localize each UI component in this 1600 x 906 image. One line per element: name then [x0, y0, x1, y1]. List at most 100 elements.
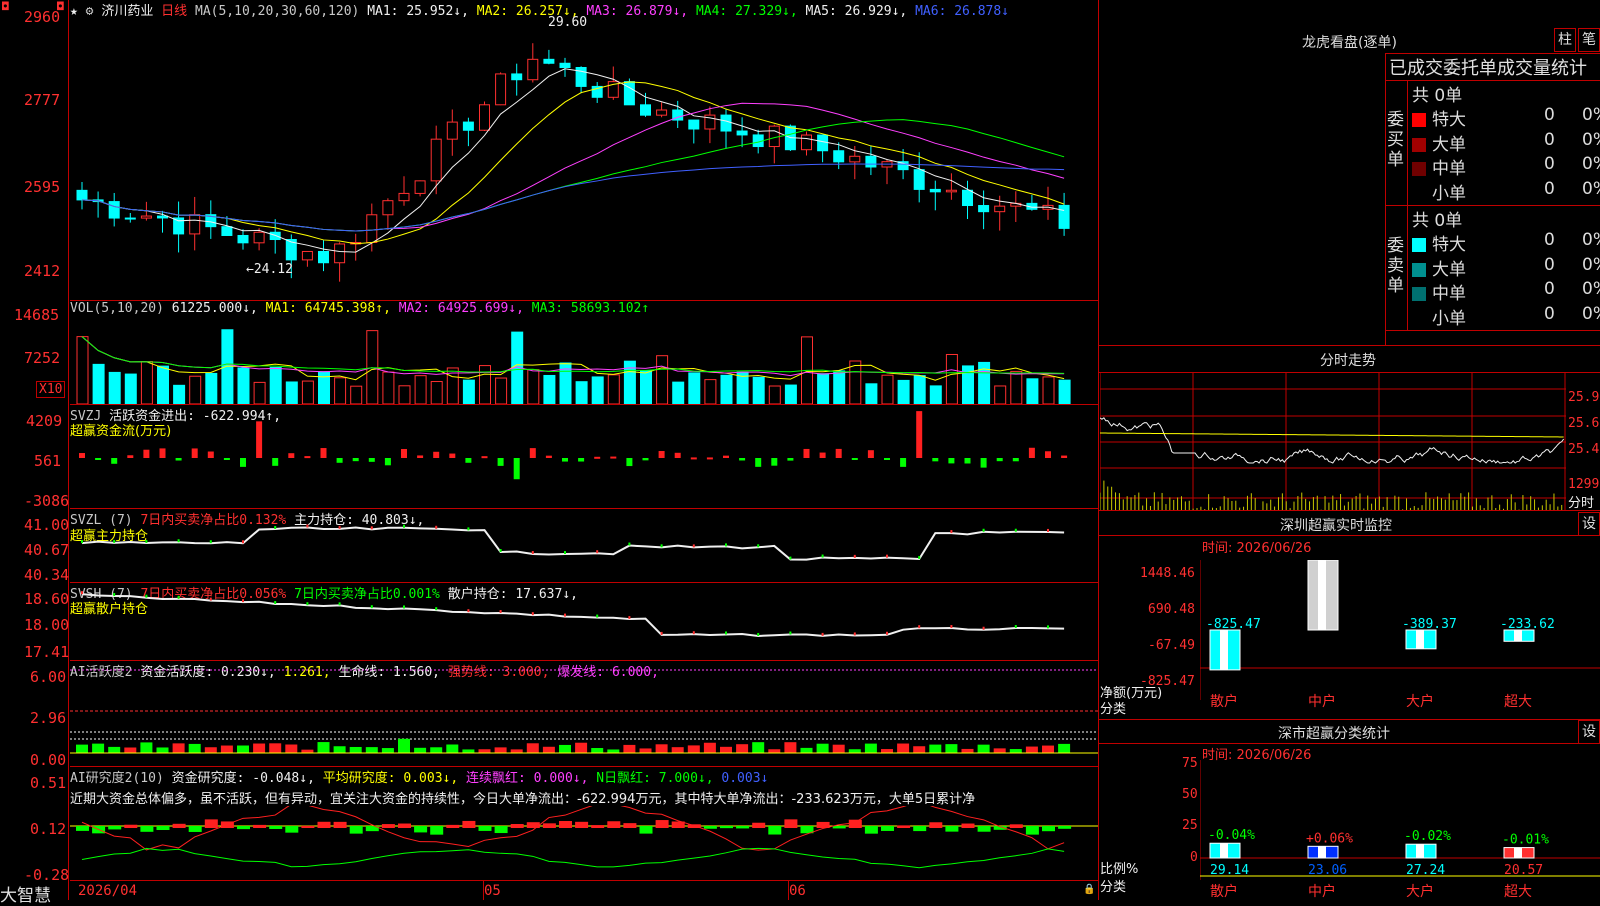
order-row: 中单 0 0%: [1412, 279, 1600, 304]
volume-bar: [173, 384, 186, 404]
volume-bar: [462, 379, 475, 404]
activity-bar: [864, 743, 877, 753]
svsh-tick: 17.41: [24, 643, 70, 661]
candle-body: [913, 169, 925, 190]
research-bar: [1009, 824, 1023, 828]
ai-research-chart: [70, 806, 1098, 869]
research-bar: [430, 826, 444, 835]
order-row-volume: 0: [1544, 178, 1555, 199]
main-right-border: [1098, 0, 1099, 900]
candle-body: [334, 243, 346, 264]
candle-body: [382, 200, 394, 216]
sell-total: 共 0单: [1412, 211, 1463, 231]
flow-bar: [207, 451, 214, 458]
monitor-settings-button[interactable]: 设: [1578, 512, 1600, 536]
holding-tick: [692, 544, 695, 548]
activity-bar: [848, 749, 861, 753]
volume-bar: [157, 365, 169, 404]
date-tick: 06: [789, 883, 806, 899]
research-bar: [736, 826, 750, 829]
research-bar: [253, 824, 267, 828]
research-bar: [720, 826, 733, 829]
candle-body: [801, 134, 812, 151]
order-row-volume: 0: [1544, 279, 1555, 299]
candle-body: [269, 231, 281, 241]
monitor-bar-value: -233.62: [1500, 617, 1555, 632]
activity-bar: [285, 744, 298, 753]
lock-icon[interactable]: 🔒: [1083, 884, 1095, 895]
ai1-tick: 2.96: [30, 709, 67, 727]
candle-body: [559, 62, 571, 68]
classify-xlabel: 分类: [1100, 880, 1127, 895]
activity-bar: [720, 746, 732, 753]
holding-tick: [499, 549, 502, 553]
candle-body: [768, 125, 780, 148]
classify-change: -0.04%: [1208, 828, 1255, 843]
intraday-chart[interactable]: [1100, 373, 1566, 510]
vol-tick: 14685: [14, 306, 60, 324]
classify-settings-button[interactable]: 设: [1578, 720, 1600, 744]
flow-bar: [787, 458, 794, 461]
svzl-chart: [81, 524, 1065, 561]
classify-bar-highlight: [1318, 846, 1326, 858]
holding-tick: [886, 554, 888, 558]
holding-tick: [467, 527, 470, 531]
activity-bar: [333, 746, 346, 753]
research-bar: [623, 823, 637, 828]
holding-tick: [177, 595, 180, 599]
research-bar: [494, 826, 508, 834]
volume-bar: [688, 372, 701, 404]
volume-bar: [495, 377, 508, 404]
flow-bar: [481, 456, 488, 459]
activity-bar: [897, 743, 910, 753]
legend-swatch: [1412, 287, 1426, 301]
star-icon[interactable]: ★: [70, 4, 78, 19]
tick-mode-button[interactable]: 笔: [1578, 28, 1600, 52]
vol-unit[interactable]: X10: [36, 381, 66, 398]
svzl-tick: 40.34: [24, 566, 70, 584]
lhb-title: 龙虎看盘(逐单): [1302, 35, 1397, 51]
research-bar: [703, 826, 717, 829]
activity-bar: [752, 742, 765, 753]
candle-body: [865, 155, 877, 168]
flow-bar: [932, 458, 939, 462]
monitor-tick: 690.48: [1148, 602, 1195, 617]
intraday-tick: 25.66: [1568, 416, 1600, 431]
activity-bar: [510, 749, 523, 753]
bar-mode-button[interactable]: 柱: [1554, 28, 1576, 52]
settings-icon[interactable]: ⚙: [86, 4, 94, 19]
candle-body: [640, 104, 651, 116]
volume-bar: [1010, 370, 1023, 404]
holding-tick: [564, 613, 566, 617]
candlestick-chart[interactable]: [70, 18, 1098, 300]
volume-bar: [221, 329, 234, 404]
flow-bar: [867, 450, 874, 458]
holding-tick: [628, 616, 631, 620]
activity-bar: [655, 744, 668, 753]
research-bar: [188, 826, 202, 832]
volume-bar: [189, 375, 202, 404]
volume-bar: [301, 380, 314, 404]
ai2-research: 资金研究度: -0.048↓,: [171, 771, 315, 786]
research-bar: [301, 825, 315, 828]
flow-bar: [900, 458, 907, 467]
order-row-volume: 0: [1544, 230, 1555, 250]
volume-bar: [124, 373, 137, 404]
volume-bar: [269, 366, 282, 404]
brand-logo[interactable]: 大智慧: [0, 881, 51, 906]
intraday-price-line: [1100, 417, 1565, 464]
ma-label: MA(5,10,20,30,60,120): [195, 4, 360, 19]
stock-name[interactable]: 济川药业: [101, 4, 153, 19]
vol-label: VOL(5,10,20): [70, 301, 164, 316]
research-bar: [526, 822, 540, 828]
holding-tick: [789, 556, 792, 560]
holding-tick: [467, 609, 470, 613]
ma-value-5: MA5: 26.929↓,: [805, 4, 916, 19]
research-bar: [929, 822, 943, 828]
intraday-title: 分时走势: [1320, 353, 1376, 369]
monitor-bar-value: -389.37: [1402, 617, 1457, 632]
svzl-tick: 41.00: [24, 516, 70, 534]
period-label[interactable]: 日线: [161, 4, 187, 19]
price-tick: 2777: [24, 91, 61, 109]
window-icon[interactable]: ◘: [1, 0, 10, 13]
